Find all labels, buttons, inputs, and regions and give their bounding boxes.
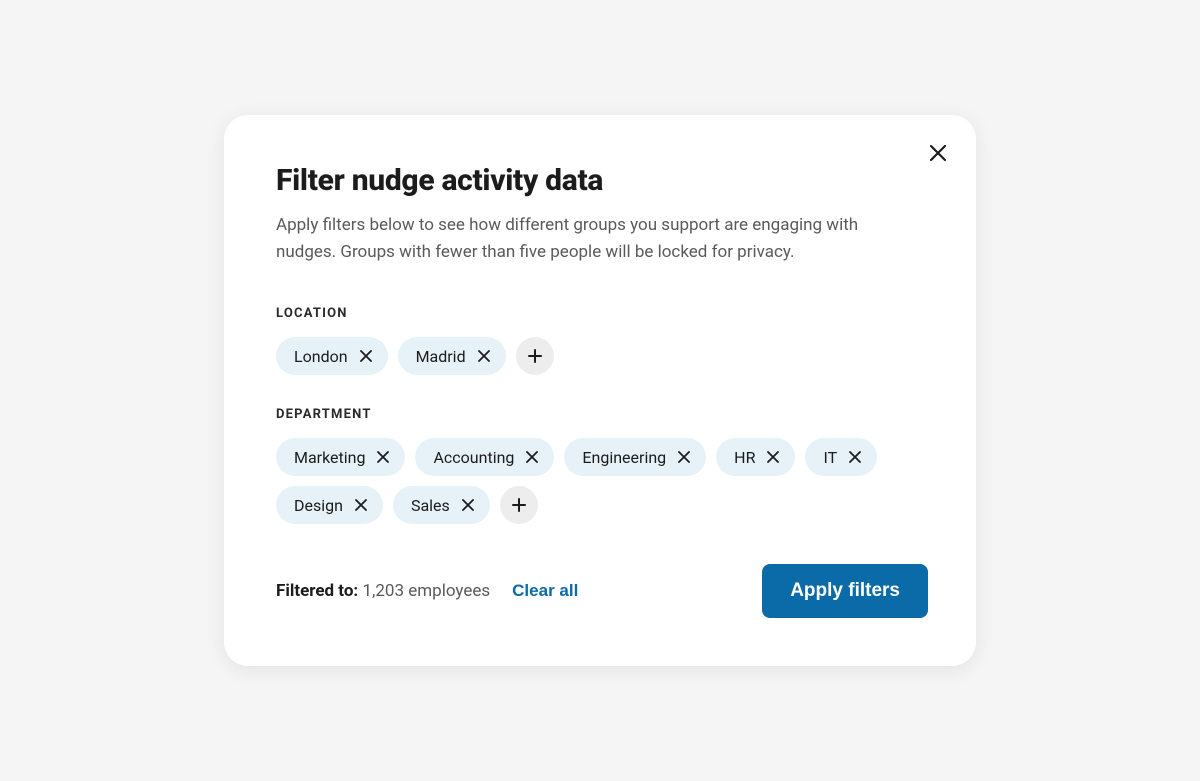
chip-remove-button[interactable] <box>358 348 374 364</box>
chip-label: Accounting <box>433 448 514 467</box>
close-icon <box>526 451 538 463</box>
close-icon <box>478 350 490 362</box>
filtered-value: 1,203 employees <box>362 581 490 601</box>
close-icon <box>849 451 861 463</box>
chip-remove-button[interactable] <box>676 449 692 465</box>
plus-icon <box>528 349 542 363</box>
department-section: DEPARTMENT Marketing Accounting Engineer… <box>276 407 928 524</box>
chip-label: Marketing <box>294 448 365 467</box>
modal-title: Filter nudge activity data <box>276 163 928 198</box>
close-button[interactable] <box>924 139 952 167</box>
chip-remove-button[interactable] <box>476 348 492 364</box>
chip-label: HR <box>734 448 755 467</box>
modal-subtitle: Apply filters below to see how different… <box>276 212 896 266</box>
plus-icon <box>512 498 526 512</box>
chip-label: Madrid <box>416 347 466 366</box>
filtered-summary: Filtered to: 1,203 employees <box>276 581 490 601</box>
chip-location-madrid: Madrid <box>398 337 506 375</box>
chip-label: Sales <box>411 496 450 515</box>
chip-label: Engineering <box>582 448 666 467</box>
chip-remove-button[interactable] <box>353 497 369 513</box>
modal-footer: Filtered to: 1,203 employees Clear all A… <box>276 564 928 618</box>
footer-left: Filtered to: 1,203 employees Clear all <box>276 581 578 601</box>
close-icon <box>355 499 367 511</box>
chip-label: London <box>294 347 348 366</box>
chip-location-london: London <box>276 337 388 375</box>
chip-remove-button[interactable] <box>765 449 781 465</box>
chip-department-design: Design <box>276 486 383 524</box>
chip-department-accounting: Accounting <box>415 438 554 476</box>
department-label: DEPARTMENT <box>276 407 928 422</box>
close-icon <box>767 451 779 463</box>
location-chip-row: London Madrid <box>276 337 928 375</box>
close-icon <box>377 451 389 463</box>
chip-department-marketing: Marketing <box>276 438 405 476</box>
chip-label: Design <box>294 496 343 515</box>
apply-filters-button[interactable]: Apply filters <box>762 564 928 618</box>
chip-department-sales: Sales <box>393 486 490 524</box>
filter-modal: Filter nudge activity data Apply filters… <box>224 115 976 666</box>
department-chip-row: Marketing Accounting Engineering HR <box>276 438 928 524</box>
clear-all-button[interactable]: Clear all <box>512 581 578 601</box>
close-icon <box>360 350 372 362</box>
add-location-button[interactable] <box>516 337 554 375</box>
chip-department-hr: HR <box>716 438 795 476</box>
close-icon <box>929 144 947 162</box>
location-label: LOCATION <box>276 306 928 321</box>
chip-department-it: IT <box>805 438 877 476</box>
chip-remove-button[interactable] <box>524 449 540 465</box>
chip-label: IT <box>823 448 837 467</box>
chip-department-engineering: Engineering <box>564 438 706 476</box>
add-department-button[interactable] <box>500 486 538 524</box>
chip-remove-button[interactable] <box>375 449 391 465</box>
location-section: LOCATION London Madrid <box>276 306 928 375</box>
close-icon <box>678 451 690 463</box>
close-icon <box>462 499 474 511</box>
chip-remove-button[interactable] <box>847 449 863 465</box>
chip-remove-button[interactable] <box>460 497 476 513</box>
filtered-label: Filtered to: <box>276 581 358 601</box>
